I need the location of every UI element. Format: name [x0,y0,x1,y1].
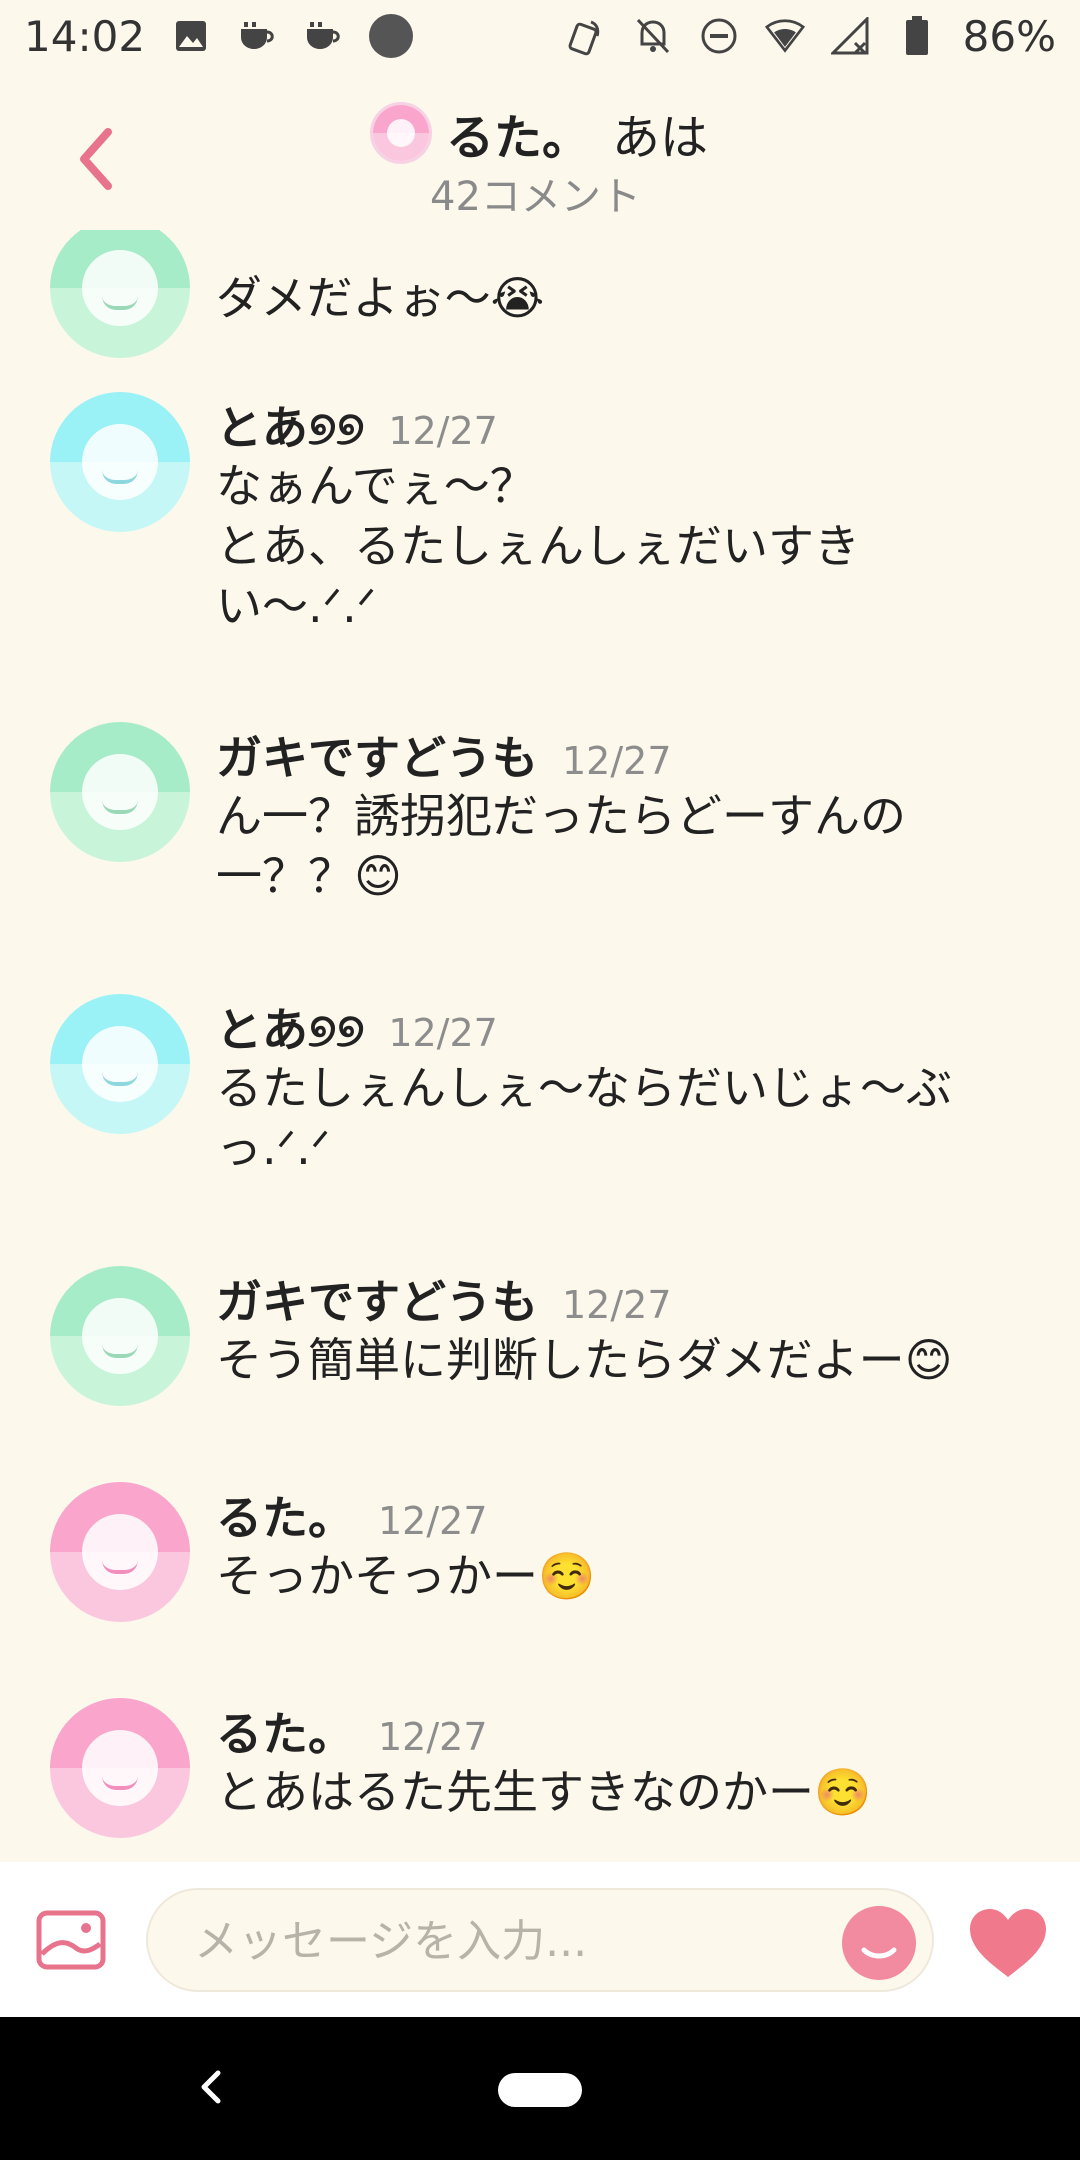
message-text: ダメだよぉ〜😭 [216,271,545,325]
avatar[interactable] [50,994,190,1134]
signal-icon [830,16,871,56]
avatar[interactable] [50,392,190,532]
message-date: 12/27 [378,1715,488,1759]
avatar [370,102,432,164]
chevron-left-icon [80,128,112,190]
message-date: 12/27 [562,739,672,783]
message-text: そう簡単に判断したらダメだよー😊 [216,1333,953,1387]
author-name: ガキですどうも [216,1275,538,1329]
status-bar: 14:02 86% [0,0,1080,72]
chat-header: るた。 あは 42コメント [0,80,1080,230]
circle-icon [369,14,414,58]
cup-icon [303,16,343,56]
status-time: 14:02 [24,11,146,61]
message-date: 12/27 [562,1283,672,1327]
nfc-icon [567,16,607,56]
avatar[interactable] [50,1698,190,1838]
avatar[interactable] [50,1482,190,1622]
message-text: とあはるた先生すきなのかー☺️ [216,1765,872,1819]
author-name: ガキですどうも [216,731,538,785]
author-name: とあ୭୭ [216,401,365,455]
battery-percent: 86% [962,11,1056,61]
author-name: るた。 [216,1491,354,1545]
message-text: るたしぇんしぇ〜ならだいじょ〜ぶ っ.ᐟ.ᐟ [216,1061,952,1175]
heart-icon [970,1909,1046,1977]
title-name: るた。 [446,110,591,166]
author-name: るた。 [216,1707,354,1761]
image-icon [171,16,211,56]
comment-count: 42コメント [430,174,641,220]
cup-icon [237,16,277,56]
wifi-icon [764,16,805,56]
bell-off-icon [633,16,673,56]
avatar[interactable] [50,1266,190,1406]
message-input[interactable] [192,1910,796,1972]
message-input-wrapper [146,1888,934,1992]
message-date: 12/27 [388,1011,498,1055]
image-icon [36,1910,106,1970]
chevron-left-icon [201,2070,221,2104]
dnd-icon [699,16,739,56]
smiley-icon [861,1947,897,1959]
message-text: そっかそっかー☺️ [216,1549,596,1603]
message-list[interactable]: ダメだよぉ〜😭 とあ୭୭ 12/27 なぁんでぇ〜？ とあ、るたしぇんしぇだいす… [0,230,1080,1862]
title-text: あは [612,110,709,166]
back-button[interactable] [70,124,120,194]
system-nav-bar [0,2017,1080,2160]
message-date: 12/27 [388,409,498,453]
message-text: ん一？誘拐犯だったらどーすんの 一？？😊 [216,789,906,903]
page-title: るた。 あは [370,98,708,168]
avatar[interactable] [50,722,190,862]
stamp-button[interactable] [842,1906,916,1980]
avatar[interactable] [50,230,190,358]
message-text: なぁんでぇ〜？ とあ、るたしぇんしぇだいすき い〜.ᐟ.ᐟ [216,459,860,633]
message-date: 12/27 [378,1499,488,1543]
attach-image-button[interactable] [36,1910,106,1970]
battery-icon [897,16,937,56]
like-button[interactable] [966,1905,1050,1981]
composer-bar [0,1862,1080,2017]
nav-back-button[interactable] [196,2067,226,2107]
author-name: とあ୭୭ [216,1003,365,1057]
nav-home-button[interactable] [498,2073,582,2107]
chat-screen: 14:02 86% るた。 あは 42コメント ダメだよぉ〜😭 とあ୭୭ 12/… [0,0,1080,2160]
